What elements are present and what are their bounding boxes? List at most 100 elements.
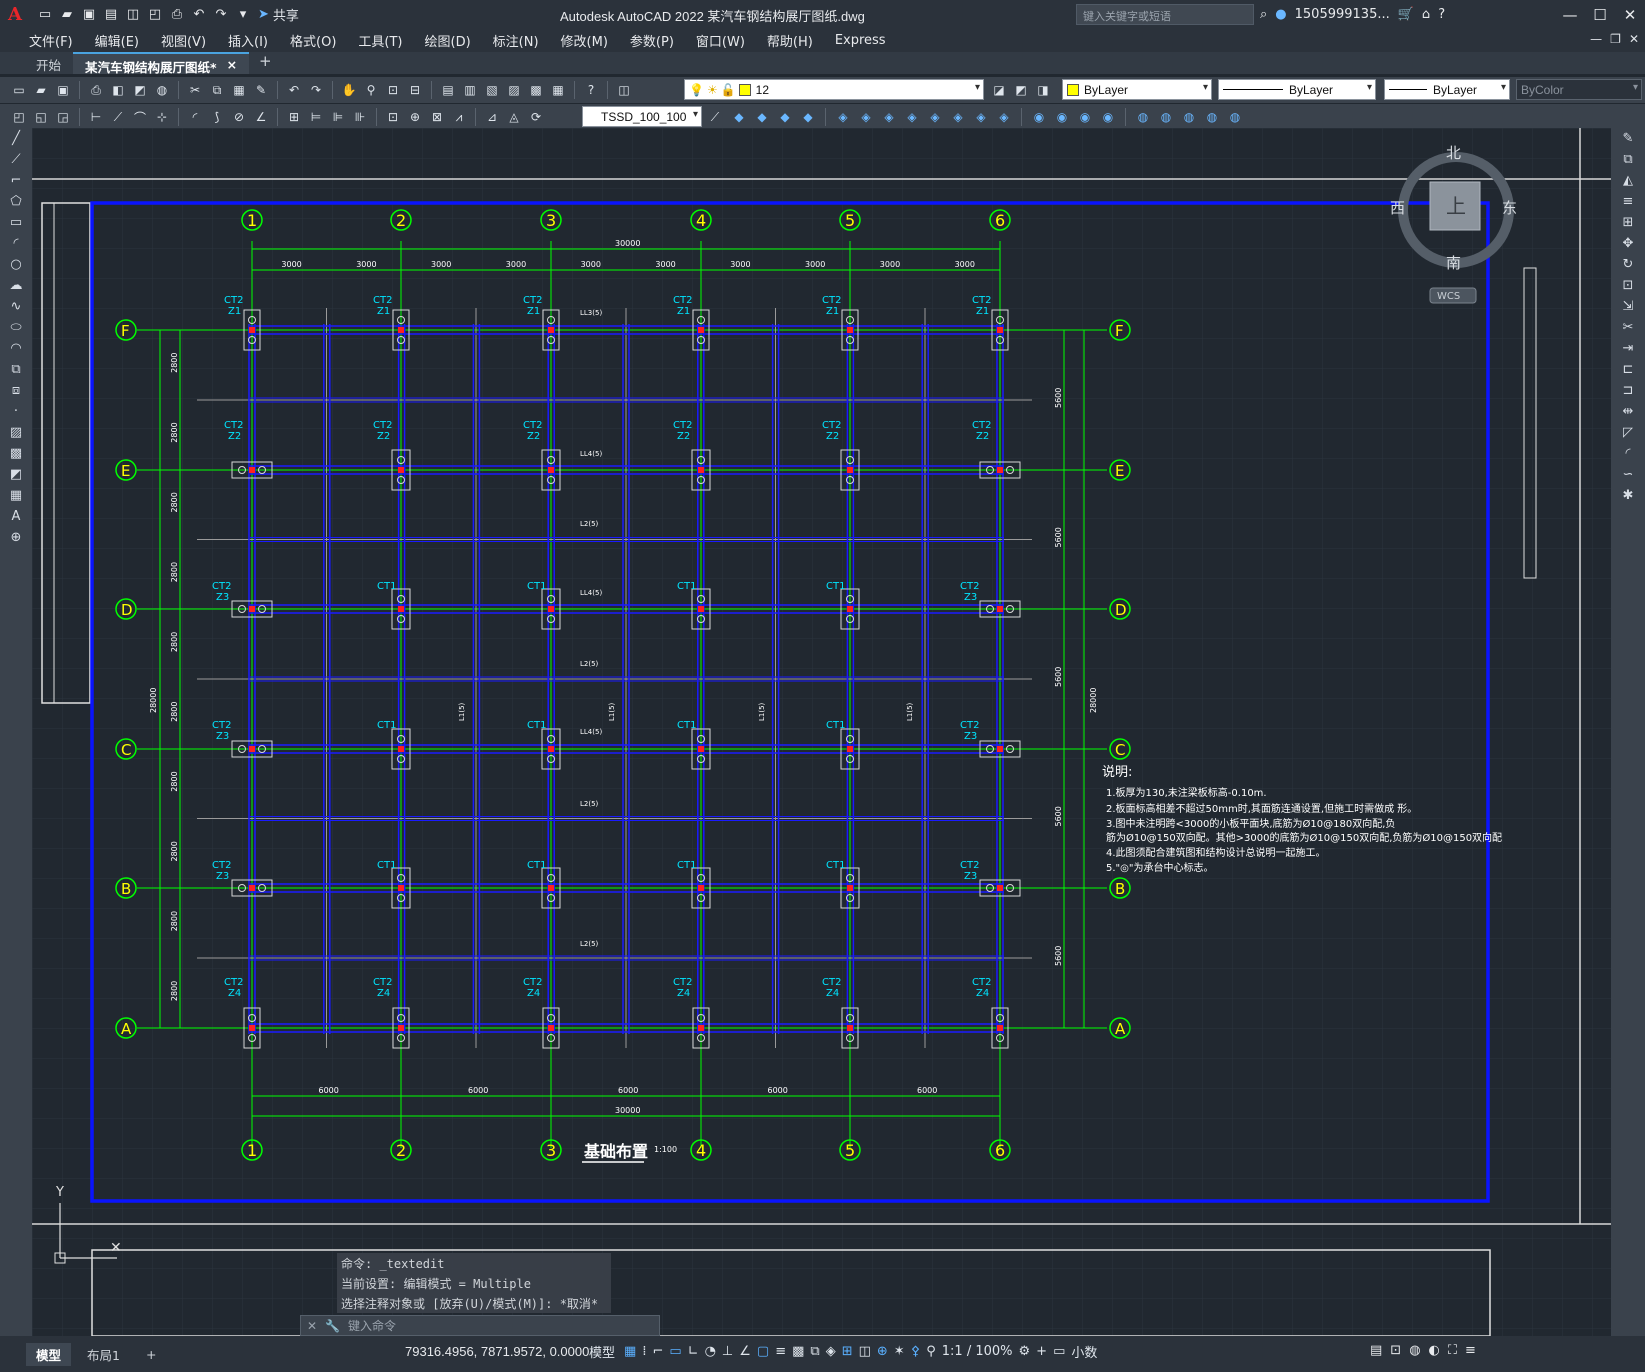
viewcube-west[interactable]: 西	[1390, 199, 1405, 217]
menu-modify[interactable]: 修改(M)	[550, 31, 619, 50]
diameter-dim-icon[interactable]: ⊘	[230, 108, 248, 126]
maximize-icon[interactable]: ☐	[1585, 0, 1615, 29]
extrude-icon[interactable]: ◈	[834, 108, 852, 126]
jogged-linear-icon[interactable]: ⩘	[450, 108, 468, 126]
mtext-icon[interactable]: A	[0, 506, 32, 527]
doc-restore-icon[interactable]: ❐	[1610, 32, 1621, 46]
rectangle-icon[interactable]: ▭	[0, 212, 32, 233]
dim-edit-icon[interactable]: ⊿	[483, 108, 501, 126]
clean-screen-icon[interactable]: ⛶	[1448, 1343, 1457, 1358]
add-selected-icon[interactable]: ⊕	[0, 527, 32, 548]
save-icon[interactable]: ▣	[80, 6, 98, 24]
cart-icon[interactable]: 🛒	[1398, 7, 1414, 22]
pan-icon[interactable]: ✋	[340, 81, 358, 99]
close-icon[interactable]: ✕	[1615, 0, 1645, 29]
angular-dim-icon[interactable]: ∠	[252, 108, 270, 126]
menu-tools[interactable]: 工具(T)	[347, 31, 413, 50]
customize-qa-icon[interactable]: ▾	[234, 6, 252, 24]
new-file-icon[interactable]: ▭	[36, 6, 54, 24]
baseline-dim-icon[interactable]: ⊨	[307, 108, 325, 126]
point-icon[interactable]: ·	[0, 401, 32, 422]
paste-icon[interactable]: ▦	[230, 81, 248, 99]
lineweight-dropdown[interactable]: ByLayer ▾	[1384, 79, 1510, 100]
break-icon[interactable]: ⊐	[1611, 380, 1645, 401]
tab-start[interactable]: 开始	[24, 52, 73, 74]
layer-dropdown[interactable]: 💡 ☀ 🔓 12 ▾	[684, 79, 984, 100]
save-icon[interactable]: ▣	[54, 81, 72, 99]
undo-icon[interactable]: ↶	[190, 6, 208, 24]
hatch-icon[interactable]: ▨	[0, 422, 32, 443]
isolate-objects-icon[interactable]: ◍	[1409, 1343, 1420, 1358]
offset-icon[interactable]: ≡	[1611, 191, 1645, 212]
dimstyle-manager-icon[interactable]: ⟋	[706, 108, 724, 126]
menu-help[interactable]: 帮助(H)	[756, 31, 824, 50]
annotation-visibility-icon[interactable]: ✶	[894, 1344, 905, 1359]
layer-previous-icon[interactable]: ◩	[1012, 81, 1030, 99]
publish-icon[interactable]: ◩	[131, 81, 149, 99]
redo-icon[interactable]: ↷	[212, 6, 230, 24]
gradient-icon[interactable]: ▩	[0, 443, 32, 464]
subtract-icon[interactable]: ◈	[972, 108, 990, 126]
save-web-icon[interactable]: ◰	[146, 6, 164, 24]
copy-icon[interactable]: ⧉	[208, 81, 226, 99]
layer-properties-icon[interactable]: ◫	[615, 81, 633, 99]
snap-icon[interactable]: ⁞	[642, 1344, 646, 1359]
annotation-scale-value[interactable]: 1:1 / 100%	[942, 1344, 1013, 1359]
selection-cycling-icon[interactable]: ⧉	[810, 1344, 819, 1359]
auto-scale-icon[interactable]: ⚴	[911, 1344, 921, 1359]
doc-close-icon[interactable]: ✕	[1629, 32, 1639, 46]
cut-icon[interactable]: ✂	[186, 81, 204, 99]
plus-icon[interactable]: +	[1036, 1344, 1047, 1359]
union-icon[interactable]: ◈	[949, 108, 967, 126]
radius-dim-icon[interactable]: ◜	[186, 108, 204, 126]
units-value[interactable]: 小数	[1071, 1342, 1097, 1361]
flatshot-icon[interactable]: ◍	[1134, 108, 1152, 126]
extend-icon[interactable]: ⇥	[1611, 338, 1645, 359]
mirror-icon[interactable]: ◭	[1611, 170, 1645, 191]
dim-text-edit-icon[interactable]: ◬	[505, 108, 523, 126]
circle-icon[interactable]: ○	[0, 254, 32, 275]
viewcube-south[interactable]: 南	[1446, 254, 1461, 272]
fillet-icon[interactable]: ◜	[1611, 443, 1645, 464]
cone-icon[interactable]: ◆	[776, 108, 794, 126]
layer-state-icon[interactable]: ◨	[1034, 81, 1052, 99]
viewcube-north[interactable]: 北	[1446, 144, 1461, 162]
user-name[interactable]: 1505999135...	[1295, 7, 1390, 22]
menu-format[interactable]: 格式(O)	[279, 31, 347, 50]
close-cmd-icon[interactable]: ✕	[307, 1319, 317, 1333]
gizmo-icon[interactable]: ⊕	[877, 1344, 888, 1359]
scale-icon[interactable]: ⊡	[1611, 275, 1645, 296]
transparency-icon[interactable]: ▩	[792, 1344, 804, 1359]
share-button[interactable]: ➤ 共享	[258, 5, 299, 24]
autodesk-app-icon[interactable]: ⌂	[1422, 7, 1430, 22]
search-icon[interactable]: ⌕	[1260, 7, 1267, 22]
presspull-icon[interactable]: ◈	[926, 108, 944, 126]
array-icon[interactable]: ⊞	[1611, 212, 1645, 233]
interfere-icon[interactable]: ◉	[1053, 108, 1071, 126]
hardware-accel-icon[interactable]: ◐	[1429, 1343, 1440, 1358]
undo-icon[interactable]: ↶	[285, 81, 303, 99]
units-icon[interactable]: ▭	[1053, 1344, 1065, 1359]
drawing-svg[interactable]: 30000 3000 3000 3000 3000 3000 3000 3000 3000 300…	[32, 128, 1611, 1336]
quick-dim-icon[interactable]: ⊞	[285, 108, 303, 126]
open-icon[interactable]: ▰	[32, 81, 50, 99]
3d-align-icon[interactable]: ◍	[1203, 108, 1221, 126]
selection-filter-icon[interactable]: ◫	[859, 1344, 871, 1359]
autocad-logo-icon[interactable]: A	[0, 0, 30, 29]
save-as-icon[interactable]: ▤	[102, 6, 120, 24]
user-icon[interactable]: ●	[1275, 7, 1286, 22]
intersect-icon[interactable]: ◈	[995, 108, 1013, 126]
redo-icon[interactable]: ↷	[307, 81, 325, 99]
plotstyle-dropdown[interactable]: ByColor ▾	[1516, 79, 1642, 100]
zoom-realtime-icon[interactable]: ⚲	[362, 81, 380, 99]
open-file-icon[interactable]: ▰	[58, 6, 76, 24]
design-center-icon[interactable]: ▥	[461, 81, 479, 99]
arc-length-icon[interactable]: ⌒	[131, 108, 149, 126]
customize-icon[interactable]: ≡	[1465, 1343, 1476, 1358]
print-preview-icon[interactable]: ◧	[109, 81, 127, 99]
lineweight-icon[interactable]: ≡	[775, 1344, 786, 1359]
box-icon[interactable]: ◆	[730, 108, 748, 126]
linetype-dropdown[interactable]: ByLayer ▾	[1218, 79, 1376, 100]
3d-move-icon[interactable]: ◍	[1157, 108, 1175, 126]
help-icon[interactable]: ?	[582, 81, 600, 99]
